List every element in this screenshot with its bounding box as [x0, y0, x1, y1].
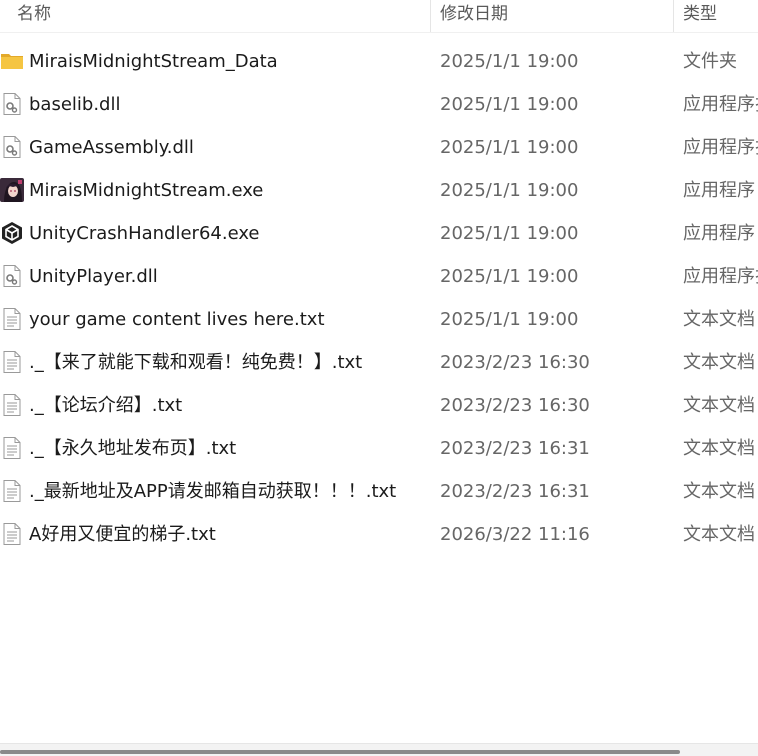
game-app-icon: [0, 178, 24, 202]
file-row[interactable]: MiraisMidnightStream.exe 2025/1/1 19:00 应用…: [0, 169, 758, 212]
file-name: GameAssembly.dll: [29, 137, 194, 158]
file-row[interactable]: your game content lives here.txt 2025/1/1…: [0, 298, 758, 341]
text-file-icon: [0, 436, 24, 460]
column-header-name[interactable]: 名称: [17, 0, 427, 32]
dll-icon: [0, 264, 24, 288]
file-date-modified: 2025/1/1 19:00: [440, 137, 579, 158]
file-row[interactable]: baselib.dll 2025/1/1 19:00 应用程序扩展: [0, 83, 758, 126]
file-type: 应用程序扩展: [683, 94, 758, 115]
file-date-modified: 2025/1/1 19:00: [440, 180, 579, 201]
file-type: 文本文档: [683, 438, 755, 459]
file-name: A好用又便宜的梯子.txt: [29, 524, 216, 545]
file-row[interactable]: ._【永久地址发布页】.txt 2023/2/23 16:31 文本文档: [0, 427, 758, 470]
file-type: 应用程序: [683, 180, 755, 201]
file-type: 文本文档: [683, 309, 755, 330]
dll-icon: [0, 135, 24, 159]
file-type: 文本文档: [683, 481, 755, 502]
column-header-type[interactable]: 类型: [683, 0, 758, 32]
file-type: 应用程序扩展: [683, 137, 758, 158]
column-resize-handle[interactable]: [430, 0, 431, 32]
file-explorer: 名称 修改日期 类型 MiraisMidnightStream_Data 2025…: [0, 0, 758, 756]
file-row[interactable]: ._【论坛介绍】.txt 2023/2/23 16:30 文本文档: [0, 384, 758, 427]
file-date-modified: 2025/1/1 19:00: [440, 51, 579, 72]
file-row[interactable]: MiraisMidnightStream_Data 2025/1/1 19:00 文…: [0, 40, 758, 83]
file-name: your game content lives here.txt: [29, 309, 325, 330]
file-name: UnityPlayer.dll: [29, 266, 158, 287]
unity-icon: [0, 221, 24, 245]
file-row[interactable]: ._最新地址及APP请发邮箱自动获取！！！.txt 2023/2/23 16:31…: [0, 470, 758, 513]
scrollbar-thumb[interactable]: [0, 750, 680, 754]
text-file-icon: [0, 393, 24, 417]
file-date-modified: 2025/1/1 19:00: [440, 309, 579, 330]
dll-icon: [0, 92, 24, 116]
file-date-modified: 2023/2/23 16:30: [440, 352, 590, 373]
file-name: ._最新地址及APP请发邮箱自动获取！！！.txt: [29, 481, 397, 502]
file-date-modified: 2025/1/1 19:00: [440, 223, 579, 244]
file-date-modified: 2023/2/23 16:31: [440, 438, 590, 459]
file-name: baselib.dll: [29, 94, 121, 115]
text-file-icon: [0, 522, 24, 546]
file-name: UnityCrashHandler64.exe: [29, 223, 260, 244]
column-header: 名称 修改日期 类型: [0, 0, 758, 33]
file-row[interactable]: UnityCrashHandler64.exe 2025/1/1 19:00 应用程…: [0, 212, 758, 255]
file-list: MiraisMidnightStream_Data 2025/1/1 19:00 文…: [0, 40, 758, 556]
file-row[interactable]: GameAssembly.dll 2025/1/1 19:00 应用程序扩展: [0, 126, 758, 169]
column-header-date-modified[interactable]: 修改日期: [440, 0, 670, 32]
text-file-icon: [0, 350, 24, 374]
file-type: 文件夹: [683, 51, 737, 72]
file-date-modified: 2025/1/1 19:00: [440, 94, 579, 115]
file-name: ._【论坛介绍】.txt: [29, 395, 183, 416]
file-type: 应用程序: [683, 223, 755, 244]
text-file-icon: [0, 307, 24, 331]
file-type: 应用程序扩展: [683, 266, 758, 287]
horizontal-scrollbar[interactable]: [0, 743, 758, 756]
folder-icon: [0, 49, 24, 73]
file-date-modified: 2025/1/1 19:00: [440, 266, 579, 287]
file-name: ._【来了就能下载和观看！纯免费！】.txt: [29, 352, 363, 373]
text-file-icon: [0, 479, 24, 503]
file-row[interactable]: UnityPlayer.dll 2025/1/1 19:00 应用程序扩展: [0, 255, 758, 298]
file-name: MiraisMidnightStream.exe: [29, 180, 264, 201]
file-date-modified: 2026/3/22 11:16: [440, 524, 590, 545]
file-type: 文本文档: [683, 352, 755, 373]
column-resize-handle[interactable]: [673, 0, 674, 32]
file-date-modified: 2023/2/23 16:31: [440, 481, 590, 502]
file-name: ._【永久地址发布页】.txt: [29, 438, 237, 459]
file-type: 文本文档: [683, 524, 755, 545]
file-name: MiraisMidnightStream_Data: [29, 51, 278, 72]
file-row[interactable]: ._【来了就能下载和观看！纯免费！】.txt 2023/2/23 16:30 文本文…: [0, 341, 758, 384]
file-type: 文本文档: [683, 395, 755, 416]
file-row[interactable]: A好用又便宜的梯子.txt 2026/3/22 11:16 文本文档: [0, 513, 758, 556]
file-date-modified: 2023/2/23 16:30: [440, 395, 590, 416]
